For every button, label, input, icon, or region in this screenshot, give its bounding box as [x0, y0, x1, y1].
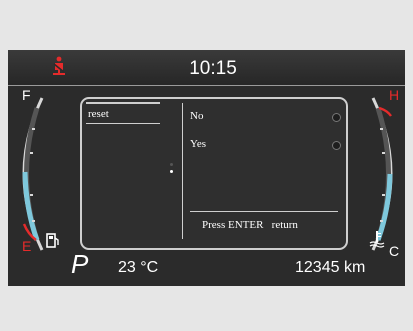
- hint-enter: Press ENTER: [202, 219, 264, 231]
- hint-rule: [190, 211, 338, 212]
- odometer: 12345 km: [295, 259, 366, 276]
- scroll-indicator: [170, 159, 176, 177]
- outside-temperature: 23 °C: [118, 259, 159, 276]
- menu-divider: [182, 103, 183, 239]
- hint-text: Press ENTER return: [202, 219, 298, 231]
- seatbelt-warning-icon: [52, 56, 66, 81]
- option-yes[interactable]: Yes: [190, 138, 206, 150]
- coolant-cold-label: C: [389, 243, 400, 259]
- fuel-full-label: F: [22, 87, 31, 103]
- menu-bottom-rule: [86, 123, 160, 124]
- coolant-temperature-icon: [369, 230, 385, 253]
- option-yes-radio[interactable]: [332, 141, 341, 150]
- option-no[interactable]: No: [190, 110, 203, 122]
- reset-menu-panel: reset No Yes Press ENTER return: [80, 97, 348, 250]
- menu-item-reset[interactable]: reset: [88, 108, 109, 120]
- clock: 10:15: [189, 58, 237, 79]
- top-divider: [8, 85, 405, 86]
- fuel-gauge: [22, 97, 44, 251]
- hint-return: return: [271, 219, 298, 231]
- menu-top-rule: [86, 102, 160, 104]
- option-no-radio[interactable]: [332, 113, 341, 122]
- fuel-empty-label: E: [22, 238, 32, 254]
- fuel-pump-icon: [46, 232, 60, 253]
- coolant-hot-label: H: [389, 87, 400, 103]
- gear-indicator: P: [71, 249, 89, 279]
- instrument-cluster: 10:15 F E H C reset No Yes Press ENTER r…: [8, 50, 405, 286]
